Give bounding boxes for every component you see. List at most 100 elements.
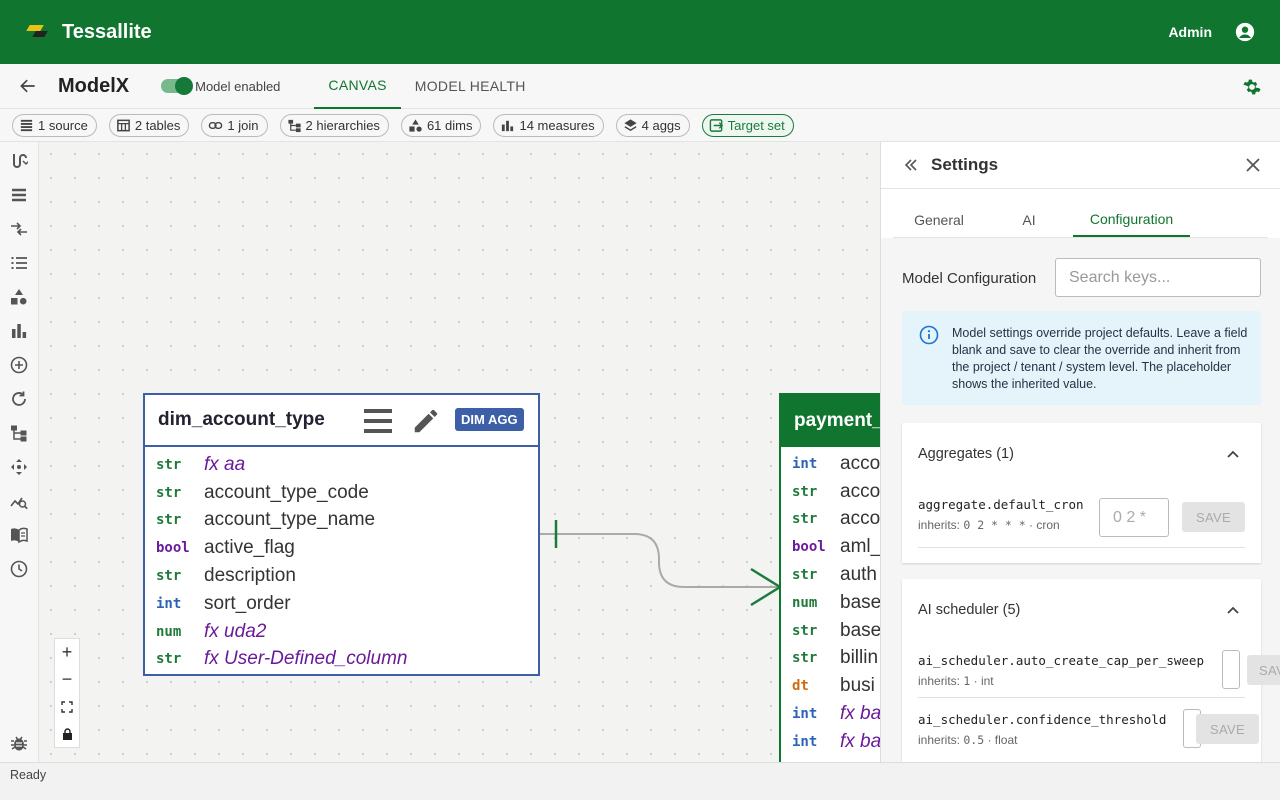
column-row[interactable]: str fx User-Defined_column [145,646,538,674]
chip-hierarchies[interactable]: 2 hierarchies [279,113,389,137]
column-type: str [156,651,182,668]
back-arrow-icon[interactable] [18,76,38,96]
column-row[interactable]: str fx aa [145,451,538,479]
book-icon[interactable] [10,526,28,544]
column-name: sort_order [204,592,291,614]
column-row[interactable]: str account_type_code [145,479,538,507]
chip-sources[interactable]: 1 source [12,113,97,137]
column-row[interactable]: str auth [781,561,880,589]
fact-table-header[interactable]: payment_ [781,395,880,447]
column-row[interactable]: str acco [781,506,880,534]
auto-create-cap-input[interactable] [1222,650,1240,689]
collapse-double-chevron-icon[interactable] [903,157,919,173]
column-type: str [792,622,818,639]
column-type: str [792,511,818,528]
dim-table-header[interactable]: dim_account_type DIM AGG [145,395,538,447]
tab-canvas[interactable]: CANVAS [314,64,401,109]
close-icon[interactable] [1244,156,1262,174]
column-name: base [840,591,880,613]
column-row[interactable]: str base [781,617,880,645]
app-header: Tessallite Admin [0,0,1280,64]
column-name: account_type_code [204,481,369,503]
column-name: fx aa [204,453,246,475]
column-row[interactable]: str description [145,562,538,590]
chevron-up-icon[interactable] [1225,447,1241,463]
model-enabled-toggle[interactable] [161,77,194,95]
account-circle-icon[interactable] [1234,21,1256,43]
gear-icon[interactable] [1242,77,1262,97]
ai-scheduler-section-header[interactable]: AI scheduler (5) [902,579,1261,641]
numbered-list-icon[interactable] [10,254,28,272]
tab-configuration[interactable]: Configuration [1073,202,1190,237]
column-row[interactable]: num fx uda2 [145,618,538,646]
column-row[interactable]: int fx ba [781,700,880,728]
tessallite-logo-icon[interactable] [24,22,50,42]
history-clock-icon[interactable] [10,560,28,578]
analytics-search-icon[interactable] [10,492,28,510]
save-button[interactable]: SAVE [1196,714,1259,744]
fit-view-button[interactable] [55,693,79,720]
save-button[interactable]: SAVE [1182,502,1245,532]
merge-arrows-icon[interactable] [10,220,28,238]
column-name: fx ba [840,730,880,752]
entry-divider [918,697,1245,698]
search-keys-input[interactable] [1055,258,1261,297]
user-name[interactable]: Admin [1168,24,1212,40]
column-row[interactable]: bool active_flag [145,534,538,562]
column-name: acco [840,508,880,530]
lock-button[interactable] [55,720,79,747]
chevron-up-icon[interactable] [1225,603,1241,619]
chip-measures[interactable]: 14 measures [493,113,604,137]
edit-pencil-icon[interactable] [411,406,441,436]
column-row[interactable]: bool aml_ [781,533,880,561]
column-row[interactable]: str account_type_name [145,507,538,535]
zoom-out-button[interactable]: − [55,666,79,693]
chip-joins[interactable]: 1 join [201,113,268,137]
refresh-icon[interactable] [10,390,28,408]
chip-aggs[interactable]: 4 aggs [615,113,690,137]
column-type: str [792,650,818,667]
info-text: Model settings override project defaults… [952,326,1248,391]
column-name: fx uda2 [204,620,267,642]
column-name: fx ba [840,703,880,725]
shapes-icon[interactable] [10,288,28,306]
bar-chart-icon[interactable] [10,322,28,340]
brand-name[interactable]: Tessallite [62,21,152,44]
model-canvas[interactable]: dim_account_type DIM AGG str fx aa str acc… [39,142,880,762]
dim-table-card[interactable]: dim_account_type DIM AGG str fx aa str acc… [143,393,540,676]
chip-label: 1 source [38,117,88,133]
list-rows-icon[interactable] [10,186,28,204]
menu-lines-icon[interactable] [364,408,392,434]
dim-agg-badge[interactable]: DIM AGG [455,408,524,431]
zoom-in-button[interactable]: + [55,639,79,666]
tab-model-health[interactable]: MODEL HEALTH [401,64,540,109]
column-name: description [204,565,296,587]
column-type: num [792,594,818,611]
bug-icon[interactable] [10,734,28,752]
tab-ai[interactable]: AI [985,202,1073,237]
column-row[interactable]: dt busi [781,672,880,700]
column-row[interactable]: str acco [781,478,880,506]
save-button[interactable]: SAVE [1247,655,1280,685]
tab-general[interactable]: General [893,202,985,237]
aggregates-section-header[interactable]: Aggregates (1) [902,423,1261,485]
column-row[interactable]: int acco [781,450,880,478]
join-paths-icon[interactable] [10,152,28,170]
fact-table-card[interactable]: payment_ int acco str acco str acco bool aml… [779,393,880,762]
zoom-controls: + − [54,638,80,748]
column-row[interactable]: num base [781,589,880,617]
add-circle-icon[interactable] [10,356,28,374]
aggregate-default-cron-input[interactable] [1099,498,1169,537]
dim-table-columns: str fx aa str account_type_code str account… [145,447,538,673]
column-type: str [156,484,182,501]
column-name: base [840,619,880,641]
move-arrows-icon[interactable] [10,458,28,476]
column-row[interactable]: int fx ba [781,728,880,756]
chip-target-set[interactable]: Target set [701,113,794,137]
configuration-body: Model Configuration Model settings overr… [881,238,1280,762]
chip-tables[interactable]: 2 tables [108,113,190,137]
column-row[interactable]: str billin [781,645,880,673]
column-row[interactable]: int sort_order [145,590,538,618]
hierarchy-icon[interactable] [10,424,28,442]
chip-dims[interactable]: 61 dims [400,113,482,137]
